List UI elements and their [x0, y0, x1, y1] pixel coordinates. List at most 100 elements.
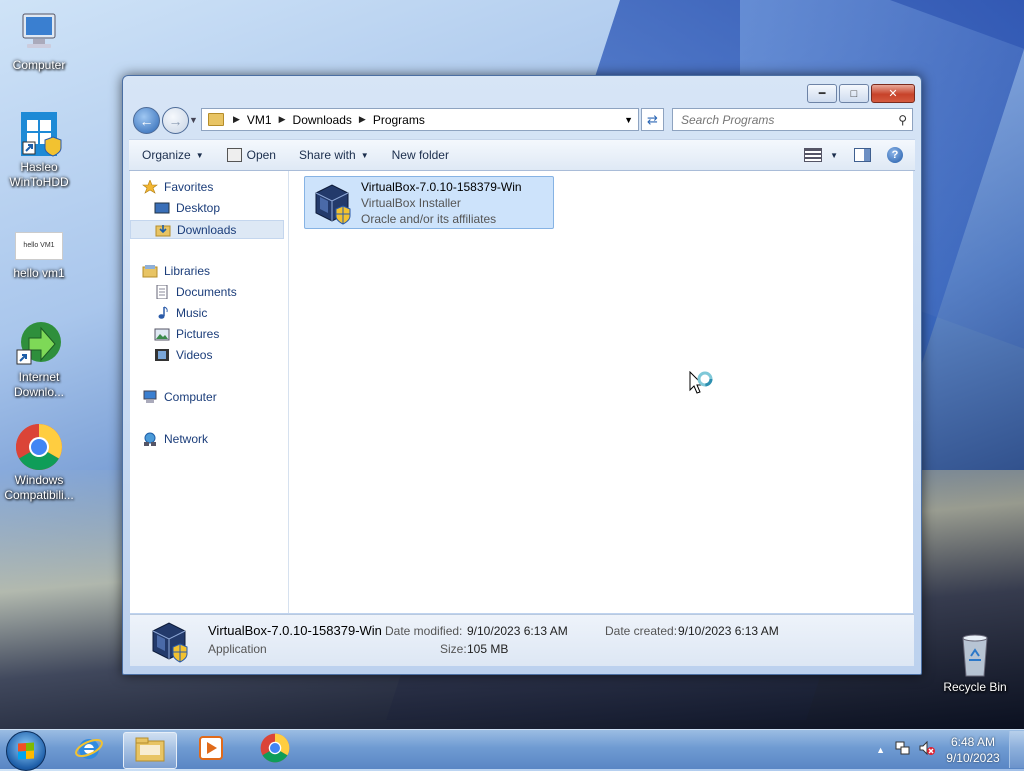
clock[interactable]: 6:48 AM 9/10/2023 [941, 734, 1005, 766]
details-modified-label: Date modified: [385, 624, 463, 638]
back-button[interactable]: ← [133, 107, 160, 134]
desktop-icon-label: Computer [12, 58, 66, 72]
desktop-icon-recycle-bin[interactable]: Recycle Bin [937, 630, 1013, 695]
file-company: Oracle and/or its affiliates [361, 212, 497, 226]
chevron-right-icon[interactable]: ▶ [356, 114, 369, 125]
show-hidden-icons-button[interactable]: ▲ [876, 745, 885, 755]
desktop-icon-idm[interactable]: Internet Downlo... [1, 320, 77, 400]
search-icon[interactable]: ⚲ [898, 113, 912, 127]
recent-pages-dropdown[interactable]: ▼ [189, 115, 198, 125]
taskbar: ▲ 6:48 AM 9/10/2023 [0, 729, 1024, 771]
nav-favorites[interactable]: Favorites [142, 179, 213, 194]
nav-music[interactable]: Music [154, 306, 207, 320]
file-explorer-icon [134, 735, 166, 766]
system-tray: ▲ 6:48 AM 9/10/2023 [876, 730, 1024, 769]
desktop-icon-label: Windows Compatibili... [4, 473, 74, 502]
back-arrow-icon: ← [139, 112, 154, 129]
chrome-icon [15, 423, 63, 471]
toolbar-right-group: ▼ ? [804, 147, 915, 163]
nav-pictures[interactable]: Pictures [154, 327, 219, 341]
virtualbox-installer-icon [310, 181, 354, 225]
maximize-icon: □ [850, 87, 858, 100]
documents-icon [154, 284, 170, 300]
desktop-icon-label: hello vm1 [13, 266, 65, 280]
details-file-name: VirtualBox-7.0.10-158379-Win [208, 623, 382, 638]
nav-desktop[interactable]: Desktop [154, 201, 220, 215]
chevron-right-icon[interactable]: ▶ [276, 114, 289, 125]
search-input[interactable] [679, 111, 883, 128]
address-row: ← → ▼ ▶ VM1 ▶ Downloads ▶ Programs ▼ ⇄ ⚲ [131, 106, 913, 134]
close-button[interactable]: ✕ [871, 84, 915, 103]
text-file-icon: hello VM1 [15, 232, 63, 260]
file-list-pane[interactable]: VirtualBox-7.0.10-158379-Win VirtualBox … [289, 171, 913, 613]
network-icon [142, 432, 158, 446]
busy-cursor-icon [689, 370, 719, 404]
new-folder-button[interactable]: New folder [379, 148, 459, 162]
address-dropdown-icon[interactable]: ▼ [624, 115, 638, 125]
desktop-icon-windows-compat[interactable]: Windows Compatibili... [1, 423, 77, 503]
nav-network[interactable]: Network [142, 432, 208, 446]
nav-label: Network [164, 432, 209, 446]
organize-button[interactable]: Organize ▼ [129, 148, 214, 162]
details-file-type: Application [208, 642, 267, 656]
clock-time: 6:48 AM [950, 734, 996, 749]
file-item-virtualbox[interactable]: VirtualBox-7.0.10-158379-Win VirtualBox … [304, 176, 554, 229]
desktop-icon-computer[interactable]: Computer [1, 8, 77, 73]
start-button[interactable] [6, 731, 46, 771]
command-bar: Organize ▼ Open Share with ▼ New folder … [129, 139, 915, 171]
taskbar-file-explorer[interactable] [123, 732, 177, 769]
videos-icon [154, 348, 170, 362]
new-folder-label: New folder [391, 148, 449, 162]
search-box[interactable]: ⚲ [672, 108, 913, 131]
desktop-icon-hello-vm1[interactable]: hello VM1 hello vm1 [1, 232, 77, 281]
breadcrumb-programs[interactable]: Programs [369, 113, 429, 127]
explorer-window[interactable]: ━ □ ✕ ← → ▼ ▶ VM1 ▶ Downloads ▶ Programs… [122, 75, 922, 675]
share-with-label: Share with [298, 148, 356, 162]
chevron-right-icon[interactable]: ▶ [230, 114, 243, 125]
breadcrumb-vm1[interactable]: VM1 [243, 113, 276, 127]
help-icon[interactable]: ? [887, 147, 903, 163]
desktop-icon-label: Hasleo WinToHDD [9, 160, 69, 189]
desktop-icon-hasleo[interactable]: Hasleo WinToHDD [1, 110, 77, 190]
refresh-button[interactable]: ⇄ [641, 108, 664, 131]
breadcrumb-downloads[interactable]: Downloads [289, 113, 356, 127]
network-status-icon[interactable] [895, 740, 911, 759]
preview-pane-icon[interactable] [854, 148, 871, 162]
computer-icon [15, 8, 63, 56]
recycle-bin-icon [951, 630, 999, 678]
nav-libraries[interactable]: Libraries [142, 264, 210, 278]
address-bar[interactable]: ▶ VM1 ▶ Downloads ▶ Programs ▼ [201, 108, 639, 131]
change-view-button[interactable]: ▼ [804, 148, 838, 162]
details-created-label: Date created: [605, 624, 678, 638]
forward-button[interactable]: → [162, 107, 189, 134]
share-with-button[interactable]: Share with ▼ [286, 148, 379, 162]
chevron-down-icon: ▼ [360, 150, 369, 160]
nav-videos[interactable]: Videos [154, 348, 212, 362]
details-size-label: Size: [440, 642, 467, 656]
nav-label: Desktop [176, 201, 221, 215]
nav-label: Music [176, 306, 208, 320]
music-icon [154, 306, 170, 320]
nav-label: Documents [176, 285, 237, 299]
maximize-button[interactable]: □ [839, 84, 869, 103]
nav-documents[interactable]: Documents [154, 284, 237, 300]
view-icon [804, 148, 823, 162]
chrome-icon [260, 733, 290, 766]
details-size-value: 105 MB [467, 642, 509, 656]
taskbar-chrome[interactable] [249, 732, 301, 767]
minimize-button[interactable]: ━ [807, 84, 837, 103]
details-created-value: 9/10/2023 6:13 AM [678, 624, 779, 638]
folder-icon [208, 113, 224, 126]
nav-computer[interactable]: Computer [142, 390, 217, 404]
taskbar-internet-explorer[interactable] [63, 732, 115, 767]
file-description: VirtualBox Installer [361, 196, 461, 210]
media-player-icon [197, 734, 225, 765]
nav-downloads[interactable]: Downloads [130, 220, 284, 239]
nav-label: Computer [164, 390, 217, 404]
libraries-icon [142, 264, 158, 278]
show-desktop-button[interactable] [1009, 731, 1024, 768]
open-button[interactable]: Open [214, 148, 286, 162]
open-icon [226, 148, 242, 162]
volume-muted-icon[interactable] [919, 740, 935, 759]
taskbar-media-player[interactable] [185, 732, 237, 767]
